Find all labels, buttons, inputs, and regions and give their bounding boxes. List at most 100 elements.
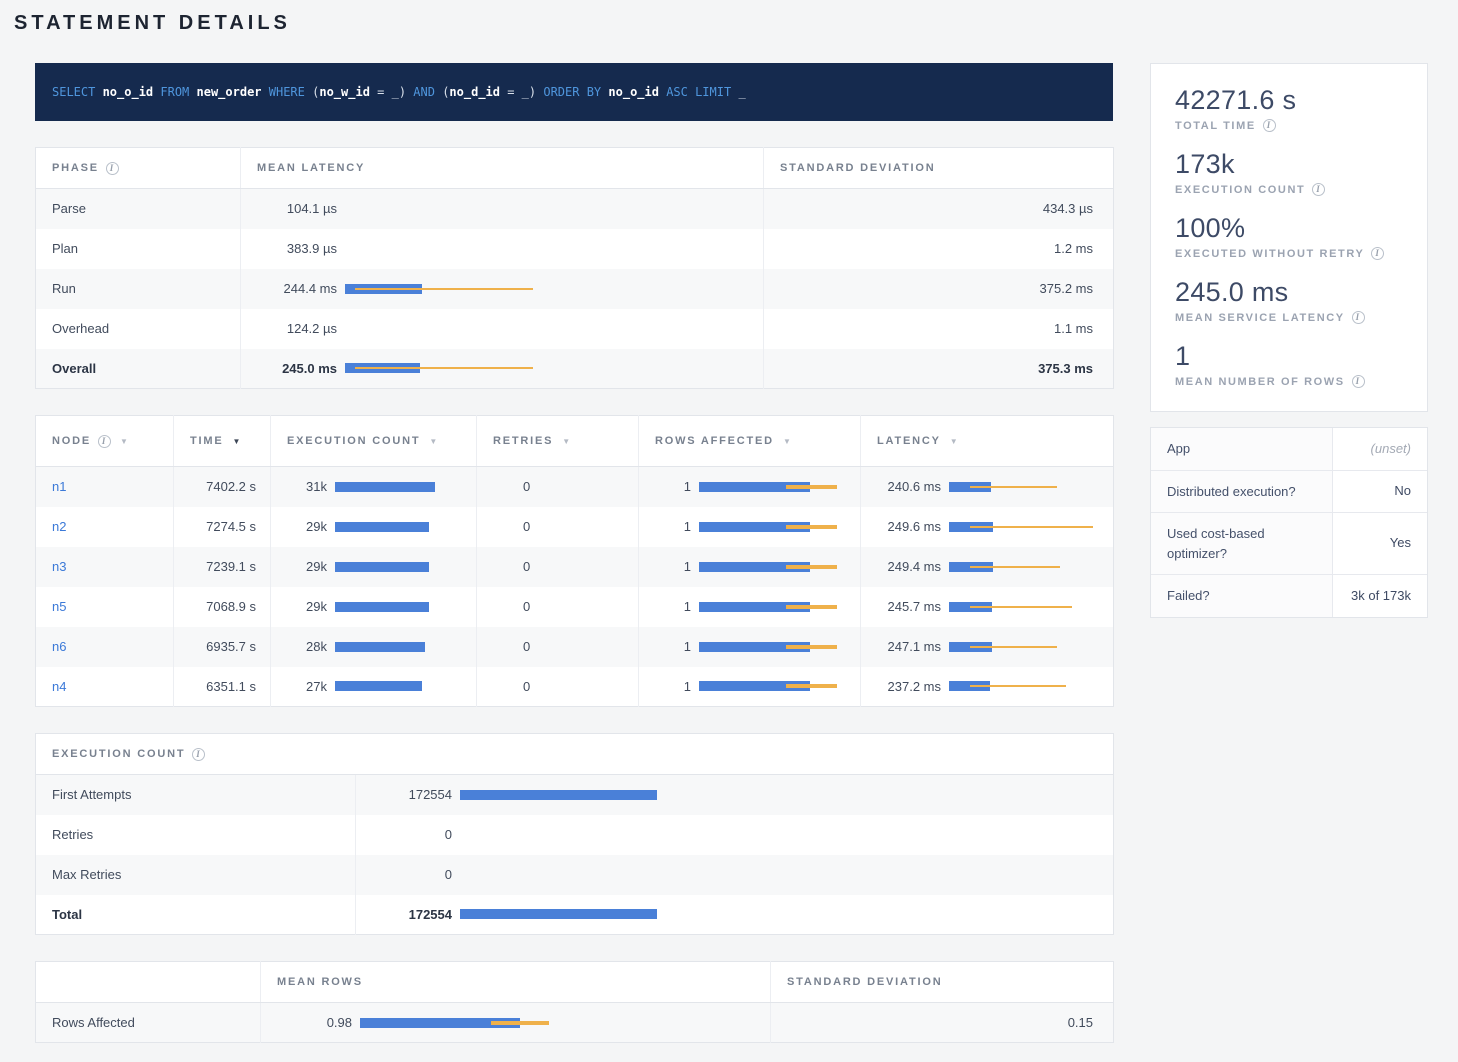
exec-row-value-cell: 172554 xyxy=(356,775,1114,815)
column-header-content: RETRIES▼ xyxy=(493,435,622,447)
detail-label: Failed? xyxy=(1151,575,1333,617)
column-header-content: EXECUTION COUNT▼ xyxy=(287,435,460,447)
summary-stats-card: 42271.6 sTOTAL TIMEi 173k EXECUTION COUNTi… xyxy=(1150,63,1428,412)
stat-label: EXECUTION COUNTi xyxy=(1175,183,1403,196)
table-row: n27274.5 s29k01249.6 ms xyxy=(36,507,1114,547)
time-cell: 7068.9 s xyxy=(174,587,271,627)
exec-row-value-cell: 172554 xyxy=(356,895,1114,935)
execution-count-value: 29k xyxy=(287,559,327,574)
rows-affected-cell: 1 xyxy=(639,587,861,627)
rows-affected-cell: 1 xyxy=(639,547,861,587)
column-header-execution-count[interactable]: EXECUTION COUNT▼ xyxy=(271,416,477,467)
sort-desc-icon[interactable]: ▼ xyxy=(429,437,439,446)
column-header-node[interactable]: NODEi▼ xyxy=(36,416,174,467)
retries-value: 0 xyxy=(477,547,639,587)
detail-row: Distributed execution?No xyxy=(1151,471,1427,514)
column-label: TIME xyxy=(190,435,223,447)
bar-chart xyxy=(699,680,849,692)
stat-label: TOTAL TIMEi xyxy=(1175,119,1403,132)
node-link[interactable]: n2 xyxy=(52,519,66,534)
value-with-bar: 27k xyxy=(287,679,460,694)
value-with-bar: 1 xyxy=(655,479,844,494)
bar-chart xyxy=(460,908,770,920)
stddev-bar xyxy=(970,646,1057,648)
info-icon[interactable]: i xyxy=(1352,375,1365,388)
value-with-bar: 237.2 ms xyxy=(877,679,1097,694)
column-label: LATENCY xyxy=(877,435,941,447)
bar-chart xyxy=(949,641,1099,653)
table-row: Retries0 xyxy=(36,815,1114,855)
sort-desc-icon[interactable]: ▼ xyxy=(950,437,960,446)
sort-desc-icon[interactable]: ▼ xyxy=(562,437,572,446)
stat-value: 173k xyxy=(1175,149,1403,180)
value-with-bar: 249.4 ms xyxy=(877,559,1097,574)
info-icon[interactable]: i xyxy=(1312,183,1325,196)
node-link[interactable]: n1 xyxy=(52,479,66,494)
rows-affected-cell: 1 xyxy=(639,467,861,507)
info-icon[interactable]: i xyxy=(1352,311,1365,324)
execution-count-cell: 28k xyxy=(271,627,477,667)
retries-value: 0 xyxy=(477,627,639,667)
detail-label: App xyxy=(1151,428,1333,470)
node-link[interactable]: n4 xyxy=(52,679,66,694)
sidebar-column: 42271.6 sTOTAL TIMEi 173k EXECUTION COUNTi… xyxy=(1150,63,1428,618)
value-with-bar: 245.7 ms xyxy=(877,599,1097,614)
value-with-bar: 240.6 ms xyxy=(877,479,1097,494)
node-link[interactable]: n5 xyxy=(52,599,66,614)
info-icon[interactable]: i xyxy=(98,435,111,448)
main-column: SELECT no_o_id FROM new_order WHERE (no_… xyxy=(35,63,1113,1043)
execution-count-value: 29k xyxy=(287,599,327,614)
stddev-bar xyxy=(491,1021,548,1025)
sql-token: ( xyxy=(312,85,319,99)
mean-latency-value: 104.1 µs xyxy=(257,201,337,216)
latency-value: 240.6 ms xyxy=(877,479,941,494)
sql-token: ASC LIMIT xyxy=(666,85,738,99)
rows-affected-value: 1 xyxy=(655,559,691,574)
column-header-retries[interactable]: RETRIES▼ xyxy=(477,416,639,467)
exec-row-label: Max Retries xyxy=(36,855,356,895)
column-header-latency[interactable]: LATENCY ▼ xyxy=(861,416,1114,467)
execution-count-cell: 29k xyxy=(271,587,477,627)
table-row: Overall245.0 ms375.3 ms xyxy=(36,349,1114,389)
sql-token: no_w_id xyxy=(319,85,370,99)
bar-chart xyxy=(460,789,770,801)
sql-token: _ xyxy=(738,85,745,99)
summary-stat: 42271.6 sTOTAL TIMEi xyxy=(1175,85,1403,132)
node-cell: n6 xyxy=(36,627,174,667)
table-row: Total172554 xyxy=(36,895,1114,935)
info-icon[interactable]: i xyxy=(1371,247,1384,260)
sql-token: ORDER BY xyxy=(543,85,608,99)
mean-latency-value: 383.9 µs xyxy=(257,241,337,256)
node-link[interactable]: n3 xyxy=(52,559,66,574)
stddev-value: 375.3 ms xyxy=(764,349,1114,389)
sort-desc-icon[interactable]: ▼ xyxy=(120,437,130,446)
latency-cell: 247.1 ms xyxy=(861,627,1114,667)
value-with-bar: 172554 xyxy=(372,907,1097,922)
empty-column-header xyxy=(36,962,261,1003)
bar-chart xyxy=(699,521,849,533)
sort-desc-icon[interactable]: ▼ xyxy=(783,437,793,446)
node-cell: n2 xyxy=(36,507,174,547)
mean-bar xyxy=(335,482,435,492)
mean-latency-value: 124.2 µs xyxy=(257,321,337,336)
mean-bar xyxy=(335,562,429,572)
node-stats-table: NODEi▼TIME▼EXECUTION COUNT▼RETRIES▼ROWS … xyxy=(35,415,1114,707)
info-icon[interactable]: i xyxy=(1263,119,1276,132)
latency-value: 237.2 ms xyxy=(877,679,941,694)
node-cell: n5 xyxy=(36,587,174,627)
stddev-bar xyxy=(970,526,1093,528)
exec-row-value-cell: 0 xyxy=(356,815,1114,855)
info-icon[interactable]: i xyxy=(106,162,119,175)
table-header-row: MEAN ROWS STANDARD DEVIATION xyxy=(36,962,1114,1003)
rows-affected-value: 1 xyxy=(655,599,691,614)
table-row: Parse104.1 µs434.3 µs xyxy=(36,189,1114,229)
retries-value: 0 xyxy=(477,507,639,547)
info-icon[interactable]: i xyxy=(192,748,205,761)
table-header-row: PHASE i MEAN LATENCY STANDARD DEVIATION xyxy=(36,148,1114,189)
column-header-rows-affected[interactable]: ROWS AFFECTED▼ xyxy=(639,416,861,467)
column-header-time[interactable]: TIME ▼ xyxy=(174,416,271,467)
bar-chart xyxy=(335,481,475,493)
sort-desc-icon[interactable]: ▼ xyxy=(232,437,242,446)
node-link[interactable]: n6 xyxy=(52,639,66,654)
retries-value: 0 xyxy=(477,667,639,707)
